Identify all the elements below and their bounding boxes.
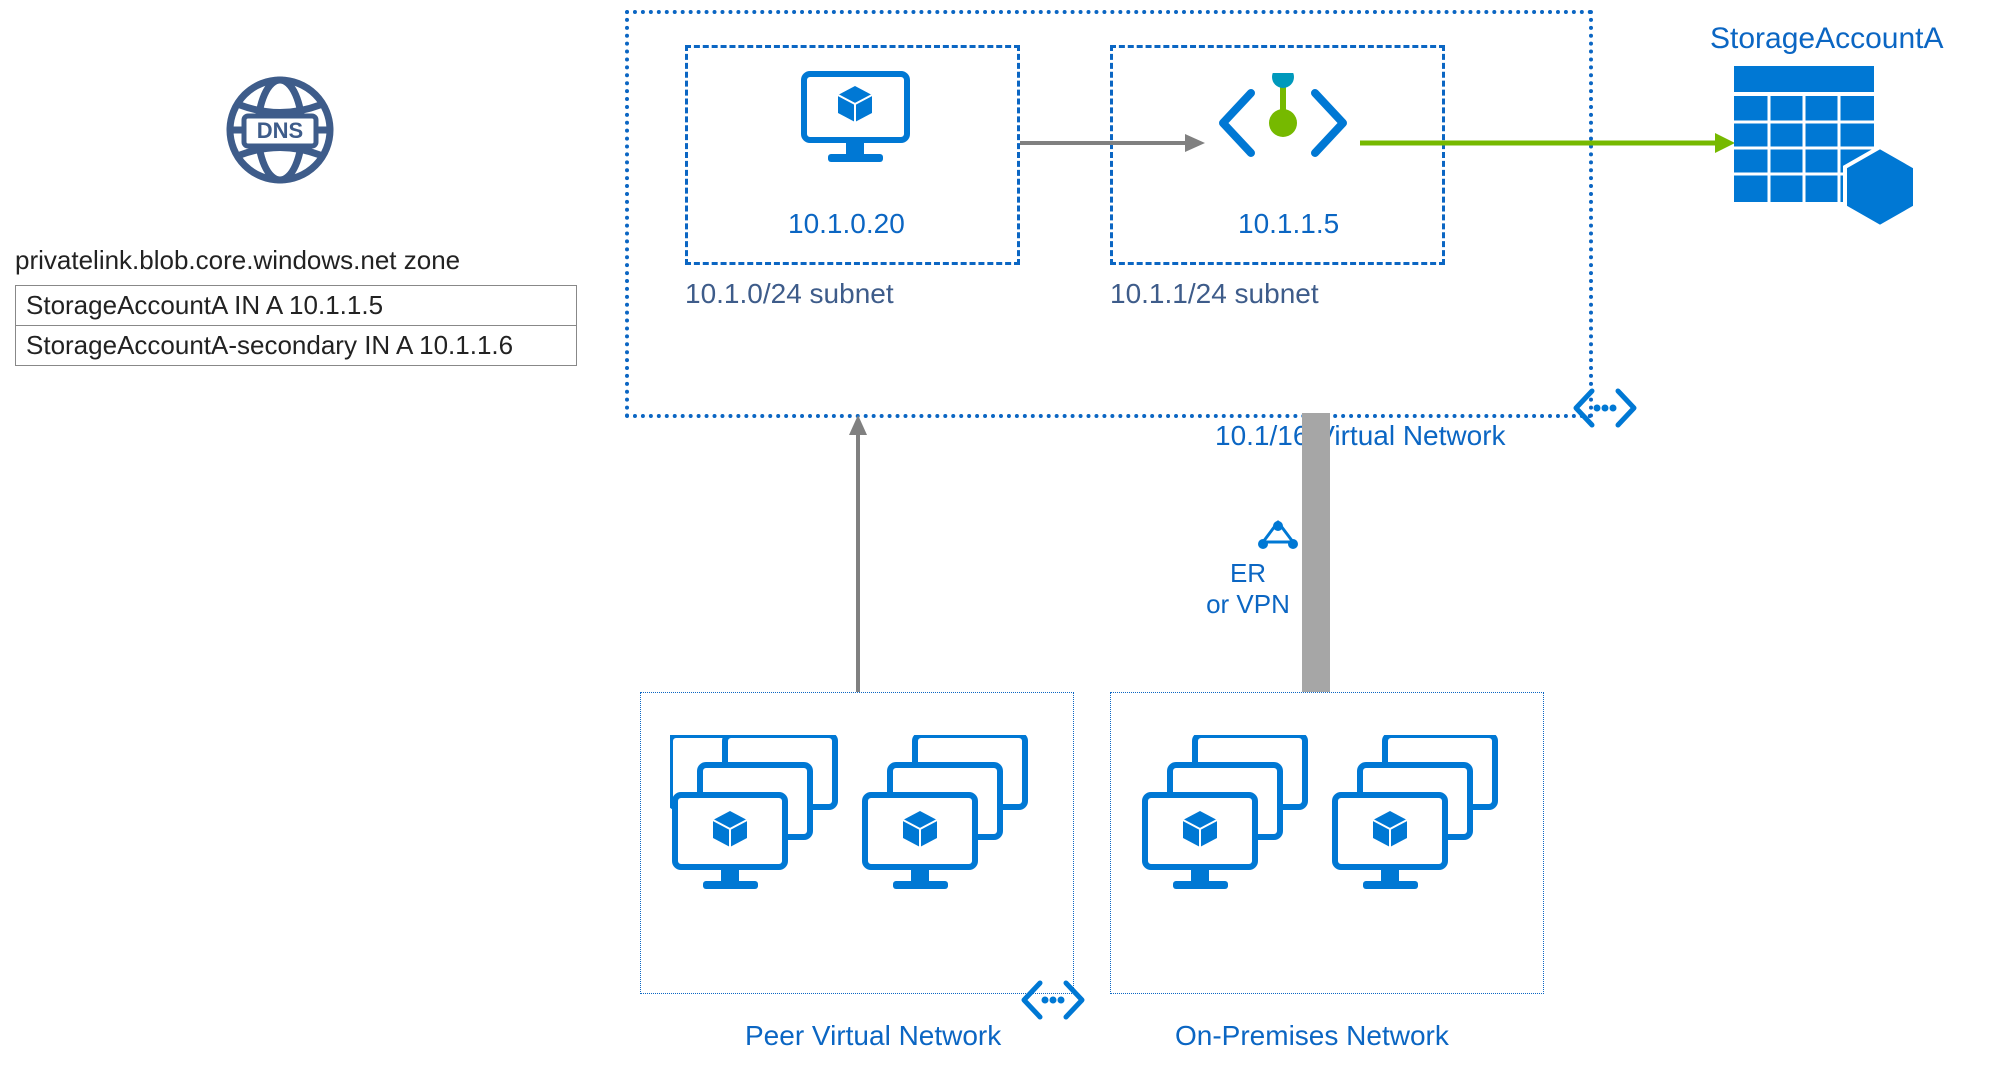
- vm-group-icon: [1330, 735, 1530, 915]
- gateway-label: ER or VPN: [1198, 558, 1298, 620]
- storage-account-label: StorageAccountA: [1710, 22, 1943, 56]
- subnet-1-label: 10.1.0/24 subnet: [685, 278, 894, 310]
- private-endpoint-icon: [1213, 73, 1353, 173]
- vm-icon: [798, 68, 913, 168]
- svg-text:DNS: DNS: [257, 118, 303, 143]
- subnet-2-label: 10.1.1/24 subnet: [1110, 278, 1319, 310]
- subnet-1-box: 10.1.0.20: [685, 45, 1020, 265]
- peer-vnet-icon: [1018, 975, 1088, 1025]
- vnet-label: 10.1/16 Virtual Network: [1215, 420, 1506, 452]
- vm-group-icon: [1140, 735, 1340, 915]
- dns-icon: DNS: [220, 70, 340, 190]
- arrow-endpoint-to-storage: [1360, 128, 1735, 158]
- dns-record-row: StorageAccountA IN A 10.1.1.5: [16, 286, 576, 325]
- vnet-icon: [1570, 383, 1640, 433]
- dns-records-table: StorageAccountA IN A 10.1.1.5 StorageAcc…: [15, 285, 577, 366]
- arrow-peer-to-vnet: [843, 415, 873, 695]
- dns-record-row: StorageAccountA-secondary IN A 10.1.1.6: [16, 325, 576, 365]
- gateway-icon: [1255, 520, 1301, 554]
- vm-ip-label: 10.1.0.20: [788, 208, 905, 240]
- vm-group-icon: [670, 735, 870, 915]
- gateway-label-bottom: or VPN: [1206, 589, 1290, 619]
- vm-group-icon: [860, 735, 1060, 915]
- arrow-vm-to-endpoint: [1020, 128, 1205, 158]
- private-endpoint-ip-label: 10.1.1.5: [1238, 208, 1339, 240]
- onprem-label: On-Premises Network: [1175, 1020, 1449, 1052]
- er-vpn-connector-bar: [1302, 413, 1330, 695]
- gateway-label-top: ER: [1230, 558, 1266, 588]
- storage-account-icon: [1730, 62, 1920, 232]
- peer-vnet-label: Peer Virtual Network: [745, 1020, 1001, 1052]
- dns-zone-label: privatelink.blob.core.windows.net zone: [15, 245, 460, 276]
